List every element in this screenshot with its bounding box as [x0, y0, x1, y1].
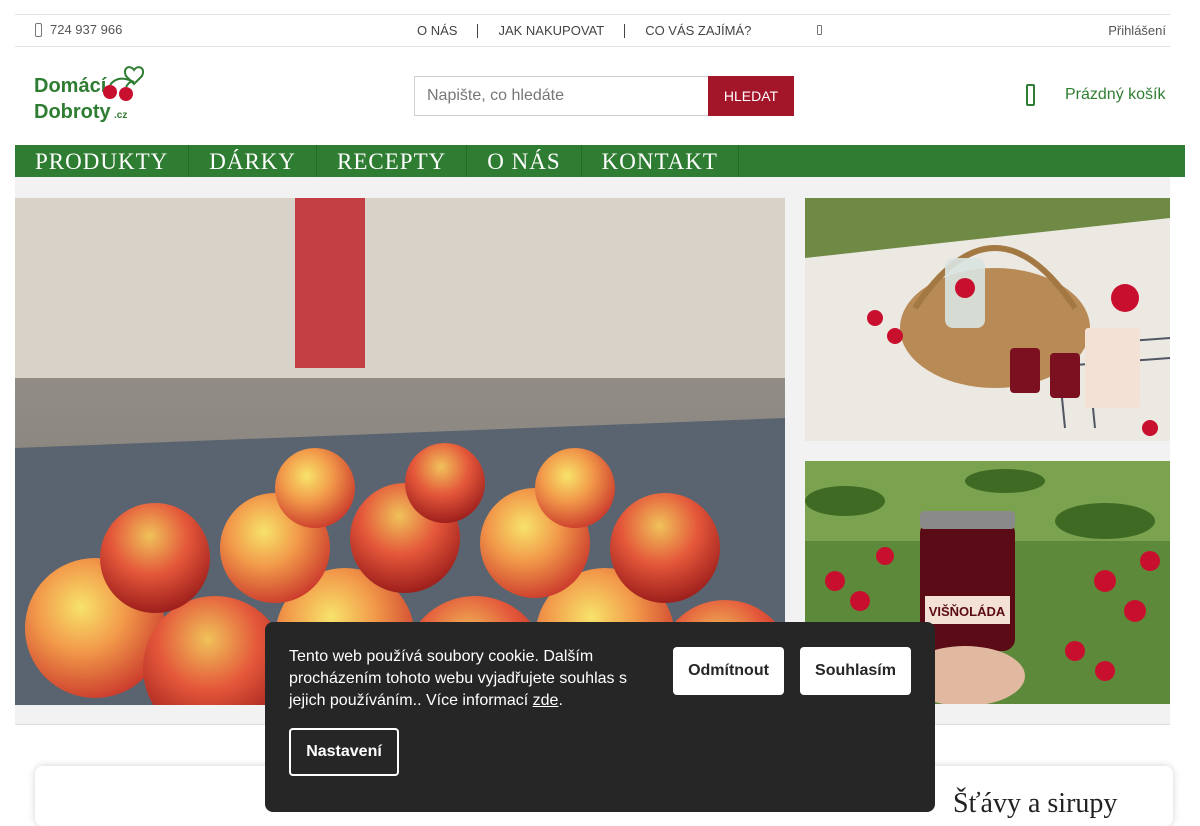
cart-link[interactable]: Prázdný košík: [1026, 84, 1165, 106]
nav-item-about[interactable]: O NÁS: [467, 145, 582, 177]
banner-gutter: [805, 441, 1170, 461]
nav-item-contact[interactable]: KONTAKT: [582, 145, 739, 177]
cookie-accept-button[interactable]: Souhlasím: [800, 647, 911, 695]
logo-line2: Dobroty: [34, 101, 112, 123]
cookie-decline-button[interactable]: Odmítnout: [673, 647, 784, 695]
cookie-message: Tento web používá soubory cookie. Dalším…: [289, 646, 639, 712]
phone-icon: [35, 22, 42, 37]
logo[interactable]: Domácí Dobroty .cz: [34, 64, 156, 124]
phone-number: 724 937 966: [50, 22, 123, 37]
search-button[interactable]: HLEDAT: [708, 76, 794, 116]
category-heading: Šťávy a sirupy: [953, 788, 1118, 819]
cherry-icon: [103, 85, 117, 99]
search-input[interactable]: [414, 76, 708, 116]
top-bar: 724 937 966 O NÁS JAK NAKUPOVAT CO VÁS Z…: [15, 14, 1170, 47]
cart-label: Prázdný košík: [1065, 86, 1166, 103]
top-link-how-to-buy[interactable]: JAK NAKUPOVAT: [478, 23, 624, 38]
nav-item-recipes[interactable]: RECEPTY: [317, 145, 468, 177]
banner-side-picnic[interactable]: [805, 198, 1170, 441]
nav-item-gifts[interactable]: DÁRKY: [189, 145, 318, 177]
banner-background: [15, 177, 1170, 198]
picnic-image: [805, 198, 1170, 441]
cart-icon: [1026, 84, 1035, 106]
login-link[interactable]: Přihlášení: [1108, 23, 1166, 38]
top-link-about[interactable]: O NÁS: [417, 23, 477, 38]
cookie-text: Tento web používá soubory cookie. Dalším…: [289, 648, 627, 709]
phone-contact[interactable]: 724 937 966: [35, 22, 122, 37]
logo-line1: Domácí: [34, 75, 108, 97]
nav-item-products[interactable]: PRODUKTY: [15, 145, 190, 177]
logo-suffix: .cz: [114, 110, 127, 121]
cookie-text-end: .: [558, 692, 563, 709]
cookie-more-link[interactable]: zde: [533, 692, 559, 709]
top-links: O NÁS JAK NAKUPOVAT CO VÁS ZAJÍMÁ?: [417, 23, 771, 38]
cherry-icon: [119, 87, 133, 101]
cookie-consent-dialog: Tento web používá soubory cookie. Dalším…: [265, 622, 935, 812]
main-navigation: PRODUKTY DÁRKY RECEPTY O NÁS KONTAKT: [15, 145, 1185, 177]
search-bar: HLEDAT: [414, 76, 794, 116]
jar-label: VIŠŇOLÁDA: [929, 604, 1006, 619]
top-link-interests[interactable]: CO VÁS ZAJÍMÁ?: [625, 23, 771, 38]
logo-graphic: Domácí Dobroty .cz: [34, 66, 144, 123]
cookie-settings-button[interactable]: Nastavení: [289, 728, 399, 776]
more-icon[interactable]: [817, 25, 822, 35]
